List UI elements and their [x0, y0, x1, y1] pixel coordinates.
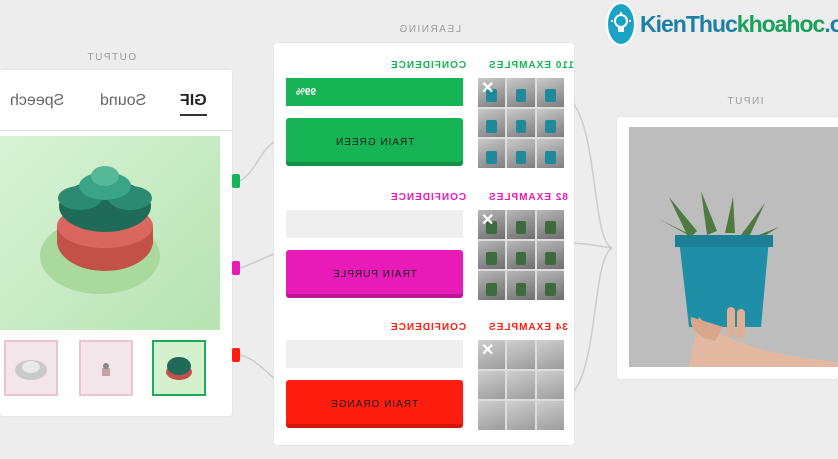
examples-count: 82 EXAMPLES [488, 192, 568, 203]
confidence-bar-orange [286, 340, 463, 368]
tab-sound[interactable]: Sound [100, 92, 146, 110]
learning-title: LEARNING [398, 24, 462, 35]
gif-preview [0, 136, 220, 330]
example-grid-green[interactable]: ✕ [478, 78, 564, 168]
confidence-fill-green: 99% [286, 78, 463, 106]
purple-connector [232, 261, 240, 275]
confidence-bar-purple [286, 210, 463, 238]
examples-count: 110 EXAMPLES [488, 60, 574, 71]
confidence-label: CONFIDENCE [390, 192, 467, 203]
train-purple-button[interactable]: TRAIN PURPLE [286, 250, 463, 298]
gif-thumbnail-3-selected[interactable] [152, 340, 206, 396]
confidence-label: CONFIDENCE [390, 322, 467, 333]
green-connector [232, 174, 240, 188]
output-panel: Speech Sound GIF [0, 70, 232, 416]
close-icon[interactable]: ✕ [481, 81, 494, 97]
train-orange-button[interactable]: TRAIN ORANGE [286, 380, 463, 428]
learning-panel: 110 EXAMPLES CONFIDENCE ✕ 99% TRAIN GREE… [274, 43, 574, 445]
input-title: INPUT [726, 96, 764, 107]
confidence-label: CONFIDENCE [390, 60, 467, 71]
potted-plant-photo [629, 127, 838, 367]
train-green-button[interactable]: TRAIN GREEN [286, 118, 463, 166]
orange-connector [232, 348, 240, 362]
confidence-bar-green: 99% [286, 78, 463, 106]
input-panel [617, 117, 838, 379]
tab-speech[interactable]: Speech [10, 92, 64, 110]
output-title: OUTPUT [86, 52, 137, 63]
examples-count: 34 EXAMPLES [488, 322, 568, 333]
close-icon[interactable]: ✕ [481, 343, 494, 359]
example-grid-orange[interactable]: ✕ [478, 340, 564, 430]
output-tabs: Speech Sound GIF [0, 70, 232, 131]
webcam-input-image [629, 127, 838, 367]
tab-gif[interactable]: GIF [180, 92, 207, 116]
gif-thumbnail-1[interactable] [4, 340, 58, 396]
succulent-illustration [40, 166, 160, 294]
gif-thumbnail-2[interactable] [79, 340, 133, 396]
example-grid-purple[interactable]: ✕ [478, 210, 564, 300]
close-icon[interactable]: ✕ [481, 213, 494, 229]
